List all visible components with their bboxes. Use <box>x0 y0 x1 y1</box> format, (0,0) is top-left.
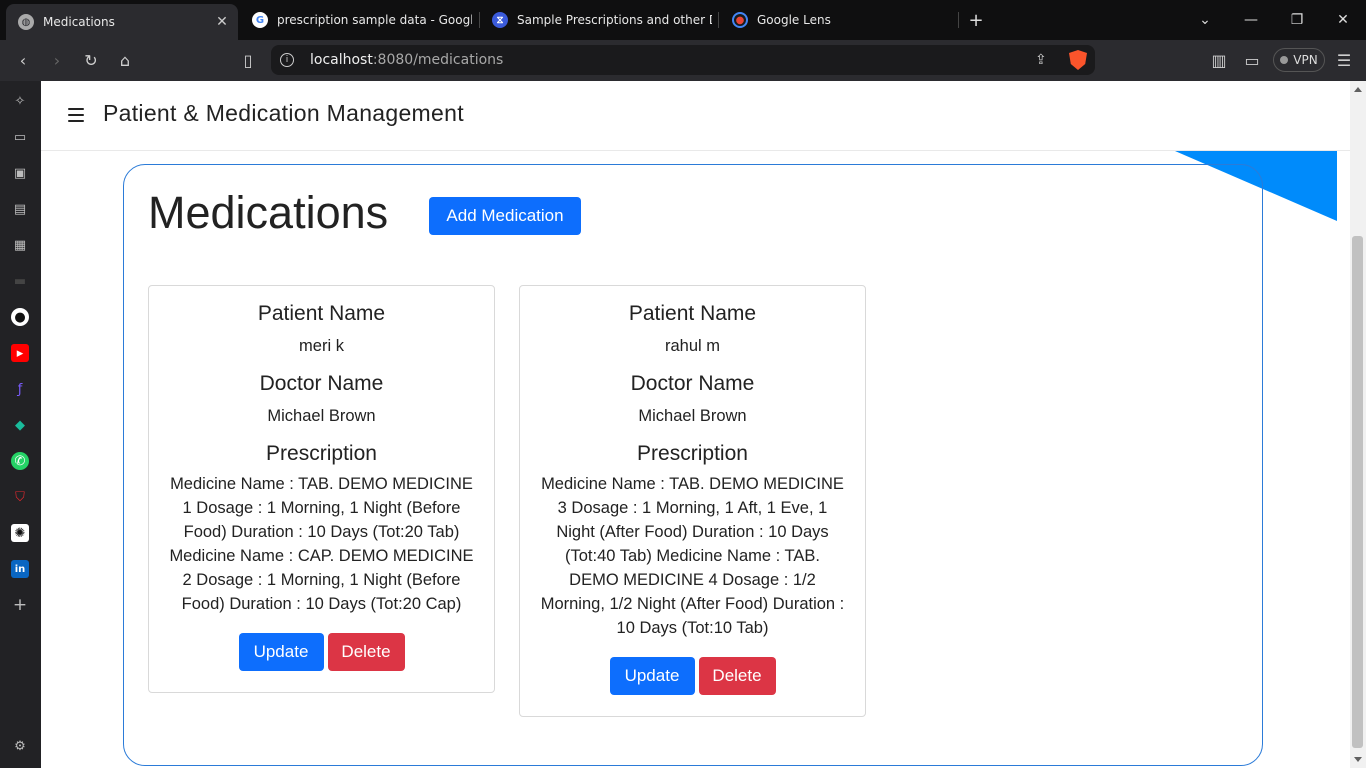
minimize-icon[interactable]: — <box>1239 8 1263 32</box>
doctor-name-value: Michael Brown <box>638 407 747 425</box>
window-close-icon[interactable]: ✕ <box>1331 8 1355 32</box>
patient-name-value: rahul m <box>664 337 721 355</box>
doctor-name-label: Doctor Name <box>259 372 384 395</box>
scroll-down-icon[interactable] <box>1354 757 1362 762</box>
tab-google-search[interactable]: G prescription sample data - Google Se <box>240 4 472 36</box>
reload-icon[interactable]: ↻ <box>79 48 103 72</box>
sidebar-toggle-icon[interactable]: ▥ <box>1207 48 1231 72</box>
restore-icon[interactable]: ❐ <box>1285 8 1309 32</box>
wallet-side-icon[interactable]: ▣ <box>11 164 29 182</box>
browser-toolbar: ‹ › ↻ ⌂ ▯ i localhost:8080/medications ⇪… <box>0 40 1366 81</box>
bookmark-icon[interactable]: ▯ <box>236 48 260 72</box>
linkedin-icon[interactable]: in <box>11 560 29 578</box>
globe-icon: ◍ <box>18 14 34 30</box>
wallet-icon[interactable]: ▭ <box>1240 48 1264 72</box>
home-icon[interactable]: ⌂ <box>113 48 137 72</box>
page-viewport: Patient & Medication Management Medicati… <box>41 81 1350 768</box>
app-header: Patient & Medication Management <box>41 81 1350 151</box>
vpn-button[interactable]: VPN <box>1273 48 1325 72</box>
update-button[interactable]: Update <box>238 633 324 671</box>
tab-strip: ◍ Medications ✕ G prescription sample da… <box>0 0 1366 40</box>
scrollbar-thumb[interactable] <box>1352 236 1363 748</box>
leo-ai-icon[interactable]: ✧ <box>11 92 29 110</box>
patient-name-label: Patient Name <box>628 302 757 325</box>
add-medication-button[interactable]: Add Medication <box>429 197 581 235</box>
linear-app-icon[interactable]: ƒ <box>11 380 29 398</box>
dna-icon: ⧖ <box>492 12 508 28</box>
prescription-text: Medicine Name : TAB. DEMO MEDICINE 1 Dos… <box>169 475 474 613</box>
back-icon[interactable]: ‹ <box>11 48 35 72</box>
github-icon[interactable]: ● <box>11 308 29 326</box>
card-actions: Update Delete <box>149 633 494 671</box>
vpn-status-icon <box>1280 56 1289 64</box>
chatgpt-icon[interactable]: ✺ <box>11 524 29 542</box>
youtube-icon[interactable]: ▸ <box>11 344 29 362</box>
browser-sidebar: ✧ ▭ ▣ ▤ ▦ ▬ ● ▸ ƒ ◆ ✆ ⛉ ✺ in + ⚙ <box>0 81 41 768</box>
address-bar[interactable]: i localhost:8080/medications ⇪ <box>271 45 1095 75</box>
scroll-up-icon[interactable] <box>1354 87 1362 92</box>
doctor-name-value: Michael Brown <box>267 407 376 425</box>
history-icon[interactable]: ▬ <box>11 272 29 290</box>
patient-name-label: Patient Name <box>257 302 386 325</box>
whatsapp-icon[interactable]: ✆ <box>11 452 29 470</box>
lens-icon: ● <box>732 12 748 28</box>
delete-button[interactable]: Delete <box>698 657 776 695</box>
patient-name-value: meri k <box>299 337 344 355</box>
video-icon[interactable]: ▭ <box>11 128 29 146</box>
tab-sample-prescriptions[interactable]: ⧖ Sample Prescriptions and other Docu <box>480 4 712 36</box>
new-tab-icon[interactable]: + <box>964 8 988 32</box>
mcafee-icon[interactable]: ⛉ <box>11 488 29 506</box>
google-icon: G <box>252 12 268 28</box>
reading-list-icon[interactable]: ▦ <box>11 236 29 254</box>
add-panel-icon[interactable]: + <box>11 595 29 615</box>
page-scrollbar[interactable] <box>1350 81 1366 768</box>
brave-shields-icon[interactable] <box>1069 50 1087 70</box>
tab-search-chevron-icon[interactable]: ⌄ <box>1193 8 1217 32</box>
prescription-label: Prescription <box>637 442 748 465</box>
close-tab-icon[interactable]: ✕ <box>212 14 232 30</box>
share-icon[interactable]: ⇪ <box>1035 52 1051 68</box>
update-button[interactable]: Update <box>609 657 695 695</box>
prescription-text: Medicine Name : TAB. DEMO MEDICINE 3 Dos… <box>540 475 845 637</box>
hamburger-menu-icon[interactable] <box>68 108 84 122</box>
app-title: Patient & Medication Management <box>103 100 464 126</box>
forward-icon[interactable]: › <box>45 48 69 72</box>
card-actions: Update Delete <box>520 657 865 695</box>
prescription-label: Prescription <box>266 442 377 465</box>
medication-card: Patient Name meri k Doctor Name Michael … <box>148 285 495 693</box>
page-title: Medications <box>148 187 389 238</box>
medication-card: Patient Name rahul m Doctor Name Michael… <box>519 285 866 717</box>
menu-icon[interactable]: ☰ <box>1332 48 1356 72</box>
settings-gear-icon[interactable]: ⚙ <box>11 737 29 755</box>
delete-button[interactable]: Delete <box>327 633 405 671</box>
tab-separator <box>958 12 959 28</box>
site-info-icon[interactable]: i <box>280 53 294 67</box>
tab-google-lens[interactable]: ● Google Lens <box>720 4 952 36</box>
doctor-name-label: Doctor Name <box>630 372 755 395</box>
tab-separator <box>718 12 719 28</box>
diamond-app-icon[interactable]: ◆ <box>11 416 29 434</box>
tab-medications[interactable]: ◍ Medications ✕ <box>6 4 238 40</box>
bookmarks-icon[interactable]: ▤ <box>11 200 29 218</box>
